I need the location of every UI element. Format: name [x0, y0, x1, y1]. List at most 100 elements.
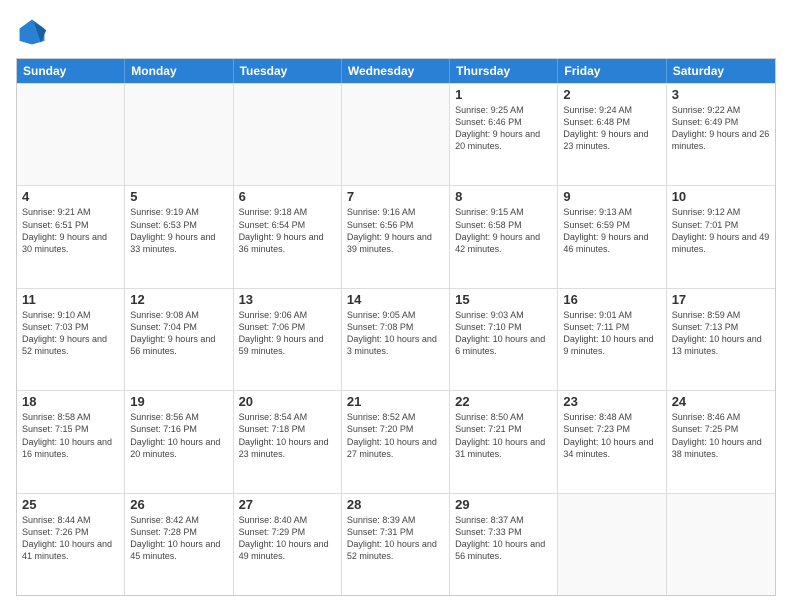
day-number: 21 — [347, 394, 444, 409]
day-info: Sunrise: 9:06 AMSunset: 7:06 PMDaylight:… — [239, 309, 336, 358]
day-info: Sunrise: 8:42 AMSunset: 7:28 PMDaylight:… — [130, 514, 227, 563]
day-number: 11 — [22, 292, 119, 307]
empty-cell — [667, 494, 775, 595]
day-number: 5 — [130, 189, 227, 204]
day-cell-1: 1Sunrise: 9:25 AMSunset: 6:46 PMDaylight… — [450, 84, 558, 185]
day-cell-14: 14 Sunrise: 9:05 AMSunset: 7:08 PMDayligh… — [342, 289, 450, 390]
day-cell-24: 24 Sunrise: 8:46 AMSunset: 7:25 PMDayligh… — [667, 391, 775, 492]
header-day-wednesday: Wednesday — [342, 59, 450, 83]
day-cell-7: 7 Sunrise: 9:16 AMSunset: 6:56 PMDaylight… — [342, 186, 450, 287]
day-cell-12: 12Sunrise: 9:08 AMSunset: 7:04 PMDayligh… — [125, 289, 233, 390]
day-number: 23 — [563, 394, 660, 409]
day-number: 29 — [455, 497, 552, 512]
day-info: Sunrise: 9:19 AMSunset: 6:53 PMDaylight:… — [130, 206, 227, 255]
day-number: 17 — [672, 292, 770, 307]
day-number: 1 — [455, 87, 552, 102]
day-cell-4: 4 Sunrise: 9:21 AMSunset: 6:51 PMDaylight… — [17, 186, 125, 287]
day-cell-20: 20 Sunrise: 8:54 AMSunset: 7:18 PMDayligh… — [234, 391, 342, 492]
day-info: Sunrise: 8:56 AMSunset: 7:16 PMDaylight:… — [130, 411, 227, 460]
day-cell-25: 25Sunrise: 8:44 AMSunset: 7:26 PMDayligh… — [17, 494, 125, 595]
day-cell-29: 29 Sunrise: 8:37 AMSunset: 7:33 PMDayligh… — [450, 494, 558, 595]
day-info: Sunrise: 8:58 AMSunset: 7:15 PMDaylight:… — [22, 411, 119, 460]
day-cell-5: 5 Sunrise: 9:19 AMSunset: 6:53 PMDaylight… — [125, 186, 233, 287]
day-number: 27 — [239, 497, 336, 512]
day-number: 20 — [239, 394, 336, 409]
day-info: Sunrise: 9:10 AMSunset: 7:03 PMDaylight:… — [22, 309, 119, 358]
day-info: Sunrise: 8:59 AMSunset: 7:13 PMDaylight:… — [672, 309, 770, 358]
day-cell-13: 13 Sunrise: 9:06 AMSunset: 7:06 PMDayligh… — [234, 289, 342, 390]
day-cell-18: 18 Sunrise: 8:58 AMSunset: 7:15 PMDayligh… — [17, 391, 125, 492]
header — [16, 16, 776, 48]
day-info: Sunrise: 8:54 AMSunset: 7:18 PMDaylight:… — [239, 411, 336, 460]
day-number: 25 — [22, 497, 119, 512]
day-number: 18 — [22, 394, 119, 409]
day-cell-28: 28 Sunrise: 8:39 AMSunset: 7:31 PMDayligh… — [342, 494, 450, 595]
calendar-week-5: 25Sunrise: 8:44 AMSunset: 7:26 PMDayligh… — [17, 493, 775, 595]
day-number: 16 — [563, 292, 660, 307]
day-info: Sunrise: 9:01 AMSunset: 7:11 PMDaylight:… — [563, 309, 660, 358]
day-info: Sunrise: 8:50 AMSunset: 7:21 PMDaylight:… — [455, 411, 552, 460]
day-number: 2 — [563, 87, 660, 102]
calendar-week-3: 11 Sunrise: 9:10 AMSunset: 7:03 PMDayligh… — [17, 288, 775, 390]
day-cell-11: 11 Sunrise: 9:10 AMSunset: 7:03 PMDayligh… — [17, 289, 125, 390]
logo — [16, 16, 52, 48]
empty-cell — [558, 494, 666, 595]
header-day-friday: Friday — [558, 59, 666, 83]
empty-cell — [17, 84, 125, 185]
day-info: Sunrise: 9:12 AMSunset: 7:01 PMDaylight:… — [672, 206, 770, 255]
day-number: 13 — [239, 292, 336, 307]
day-cell-23: 23 Sunrise: 8:48 AMSunset: 7:23 PMDayligh… — [558, 391, 666, 492]
logo-icon — [16, 16, 48, 48]
day-cell-22: 22 Sunrise: 8:50 AMSunset: 7:21 PMDayligh… — [450, 391, 558, 492]
day-cell-17: 17 Sunrise: 8:59 AMSunset: 7:13 PMDayligh… — [667, 289, 775, 390]
day-cell-2: 2 Sunrise: 9:24 AMSunset: 6:48 PMDaylight… — [558, 84, 666, 185]
day-number: 3 — [672, 87, 770, 102]
day-info: Sunrise: 9:16 AMSunset: 6:56 PMDaylight:… — [347, 206, 444, 255]
day-info: Sunrise: 9:21 AMSunset: 6:51 PMDaylight:… — [22, 206, 119, 255]
day-info: Sunrise: 9:18 AMSunset: 6:54 PMDaylight:… — [239, 206, 336, 255]
day-info: Sunrise: 8:37 AMSunset: 7:33 PMDaylight:… — [455, 514, 552, 563]
day-info: Sunrise: 9:22 AMSunset: 6:49 PMDaylight:… — [672, 104, 770, 153]
day-info: Sunrise: 8:40 AMSunset: 7:29 PMDaylight:… — [239, 514, 336, 563]
day-number: 19 — [130, 394, 227, 409]
day-info: Sunrise: 8:52 AMSunset: 7:20 PMDaylight:… — [347, 411, 444, 460]
day-number: 15 — [455, 292, 552, 307]
day-number: 4 — [22, 189, 119, 204]
day-number: 28 — [347, 497, 444, 512]
header-day-thursday: Thursday — [450, 59, 558, 83]
empty-cell — [342, 84, 450, 185]
day-number: 9 — [563, 189, 660, 204]
day-number: 8 — [455, 189, 552, 204]
day-info: Sunrise: 9:03 AMSunset: 7:10 PMDaylight:… — [455, 309, 552, 358]
day-cell-10: 10Sunrise: 9:12 AMSunset: 7:01 PMDayligh… — [667, 186, 775, 287]
day-cell-21: 21 Sunrise: 8:52 AMSunset: 7:20 PMDayligh… — [342, 391, 450, 492]
day-cell-16: 16 Sunrise: 9:01 AMSunset: 7:11 PMDayligh… — [558, 289, 666, 390]
day-info: Sunrise: 8:39 AMSunset: 7:31 PMDaylight:… — [347, 514, 444, 563]
day-cell-6: 6 Sunrise: 9:18 AMSunset: 6:54 PMDaylight… — [234, 186, 342, 287]
header-day-saturday: Saturday — [667, 59, 775, 83]
day-info: Sunrise: 9:05 AMSunset: 7:08 PMDaylight:… — [347, 309, 444, 358]
day-cell-15: 15 Sunrise: 9:03 AMSunset: 7:10 PMDayligh… — [450, 289, 558, 390]
day-info: Sunrise: 8:48 AMSunset: 7:23 PMDaylight:… — [563, 411, 660, 460]
calendar-week-1: 1Sunrise: 9:25 AMSunset: 6:46 PMDaylight… — [17, 83, 775, 185]
day-number: 22 — [455, 394, 552, 409]
day-number: 24 — [672, 394, 770, 409]
calendar-week-4: 18 Sunrise: 8:58 AMSunset: 7:15 PMDayligh… — [17, 390, 775, 492]
day-cell-27: 27 Sunrise: 8:40 AMSunset: 7:29 PMDayligh… — [234, 494, 342, 595]
day-number: 6 — [239, 189, 336, 204]
day-number: 14 — [347, 292, 444, 307]
calendar-week-2: 4 Sunrise: 9:21 AMSunset: 6:51 PMDaylight… — [17, 185, 775, 287]
calendar: SundayMondayTuesdayWednesdayThursdayFrid… — [16, 58, 776, 596]
day-cell-8: 8 Sunrise: 9:15 AMSunset: 6:58 PMDaylight… — [450, 186, 558, 287]
day-number: 7 — [347, 189, 444, 204]
day-cell-3: 3 Sunrise: 9:22 AMSunset: 6:49 PMDaylight… — [667, 84, 775, 185]
calendar-header-row: SundayMondayTuesdayWednesdayThursdayFrid… — [17, 59, 775, 83]
calendar-body: 1Sunrise: 9:25 AMSunset: 6:46 PMDaylight… — [17, 83, 775, 595]
day-info: Sunrise: 8:46 AMSunset: 7:25 PMDaylight:… — [672, 411, 770, 460]
empty-cell — [125, 84, 233, 185]
day-cell-9: 9Sunrise: 9:13 AMSunset: 6:59 PMDaylight… — [558, 186, 666, 287]
day-info: Sunrise: 9:08 AMSunset: 7:04 PMDaylight:… — [130, 309, 227, 358]
day-info: Sunrise: 9:24 AMSunset: 6:48 PMDaylight:… — [563, 104, 660, 153]
day-info: Sunrise: 9:15 AMSunset: 6:58 PMDaylight:… — [455, 206, 552, 255]
day-cell-19: 19 Sunrise: 8:56 AMSunset: 7:16 PMDayligh… — [125, 391, 233, 492]
